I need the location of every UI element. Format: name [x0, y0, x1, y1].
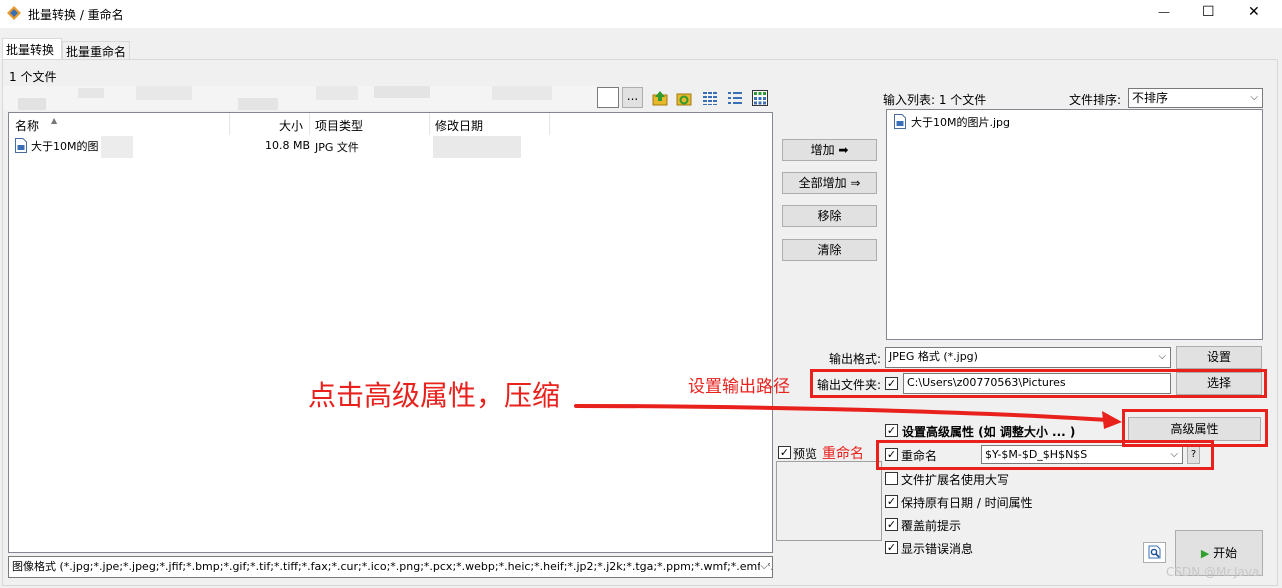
jpg-file-icon	[15, 138, 27, 153]
app-icon	[7, 6, 21, 20]
row-modified	[433, 136, 521, 158]
input-list-label: 输入列表: 1 个文件	[883, 93, 987, 107]
output-format-value: JPEG 格式 (*.jpg)	[889, 350, 978, 363]
tab-batch-rename[interactable]: 批量重命名	[62, 41, 130, 60]
overwrite-prompt-label: 覆盖前提示	[901, 519, 962, 533]
row-size: 10.8 MB	[265, 139, 311, 152]
row-type: JPG 文件	[315, 141, 359, 154]
remove-button[interactable]: 移除	[782, 205, 877, 227]
column-type[interactable]: 项目类型	[315, 117, 363, 134]
uppercase-extension-checkbox[interactable]	[885, 472, 898, 485]
window-title: 批量转换 / 重命名	[28, 8, 124, 22]
preview-checkbox[interactable]: ✓	[778, 446, 791, 459]
uppercase-extension-label: 文件扩展名使用大写	[901, 473, 1010, 487]
start-label: 开始	[1213, 546, 1238, 560]
output-path-annotation: 设置输出路径	[688, 377, 790, 397]
table-row[interactable]: 大于10M的图 10.8 MB JPG 文件	[9, 136, 549, 158]
play-icon: ▶	[1200, 547, 1210, 560]
clear-button[interactable]: 清除	[782, 239, 877, 261]
browse-button[interactable]: ...	[622, 87, 643, 108]
compress-annotation: 点击高级属性，压缩	[308, 379, 561, 412]
arrow-annotation	[574, 404, 1122, 429]
file-filter-select[interactable]: 图像格式 (*.jpg;*.jpe;*.jpeg;*.jfif;*.bmp;*.…	[8, 556, 773, 578]
rename-highlight	[876, 440, 1214, 470]
sort-label: 文件排序:	[1069, 93, 1122, 107]
tab-label: 批量转换	[6, 43, 55, 57]
file-filter-value: 图像格式 (*.jpg;*.jpe;*.jpeg;*.jfif;*.bmp;*.…	[12, 560, 773, 573]
chevron-down-icon: ⌵	[1158, 351, 1166, 362]
jpg-file-icon	[894, 114, 906, 129]
close-button[interactable]: ✕	[1248, 4, 1260, 20]
keep-date-label: 保持原有日期 / 时间属性	[901, 496, 1033, 510]
path-input-end[interactable]	[597, 87, 619, 108]
list-item[interactable]: 大于10M的图片.jpg	[892, 112, 1192, 132]
column-modified[interactable]: 修改日期	[435, 117, 483, 134]
tab-label: 批量重命名	[66, 45, 127, 59]
magnifier-icon	[1148, 545, 1162, 564]
list-view-icon[interactable]	[702, 90, 718, 106]
chevron-down-icon: ⌵	[760, 557, 768, 577]
tab-batch-convert[interactable]: 批量转换	[2, 38, 62, 60]
rename-annotation: 重命名	[822, 446, 864, 462]
row-name: 大于10M的图	[31, 140, 99, 153]
column-header-row: 名称 ▲ 大小 项目类型 修改日期	[9, 113, 550, 135]
details-view-icon[interactable]	[727, 90, 743, 106]
title-bar: 批量转换 / 重命名 — ☐ ✕	[0, 0, 1282, 28]
preview-label: 预览	[793, 447, 818, 461]
column-name[interactable]: 名称	[15, 117, 39, 134]
add-all-button[interactable]: 全部增加 ⇒	[782, 172, 877, 194]
chevron-down-icon: ⌵	[1250, 92, 1258, 103]
up-folder-icon[interactable]	[652, 90, 668, 106]
thumbnail-view-icon[interactable]	[752, 90, 768, 106]
output-format-label: 输出格式:	[829, 352, 882, 366]
show-errors-label: 显示错误消息	[901, 542, 974, 556]
preview-pane	[776, 461, 882, 541]
input-file-name: 大于10M的图片.jpg	[911, 116, 1011, 129]
overwrite-prompt-checkbox[interactable]: ✓	[885, 518, 898, 531]
sort-value: 不排序	[1132, 91, 1169, 105]
preview-search-button[interactable]	[1143, 542, 1166, 563]
add-button[interactable]: 增加 ➡	[782, 139, 877, 161]
file-list[interactable]	[8, 112, 773, 553]
watermark: CSDN @Mr.Java.	[1166, 565, 1264, 579]
show-errors-checkbox[interactable]: ✓	[885, 541, 898, 554]
file-count: 1 个文件	[9, 70, 57, 84]
input-file-list[interactable]: 大于10M的图片.jpg	[886, 109, 1263, 340]
sort-ascending-icon: ▲	[51, 116, 58, 125]
maximize-button[interactable]: ☐	[1202, 4, 1215, 20]
keep-date-checkbox[interactable]: ✓	[885, 495, 898, 508]
column-size[interactable]: 大小	[279, 117, 303, 134]
settings-button[interactable]: 设置	[1176, 346, 1262, 369]
output-format-select[interactable]: JPEG 格式 (*.jpg) ⌵	[885, 347, 1171, 368]
sort-select[interactable]: 不排序 ⌵	[1128, 88, 1263, 108]
refresh-folder-icon[interactable]	[676, 90, 692, 106]
minimize-button[interactable]: —	[1158, 5, 1170, 19]
output-path-highlight	[810, 369, 1267, 398]
